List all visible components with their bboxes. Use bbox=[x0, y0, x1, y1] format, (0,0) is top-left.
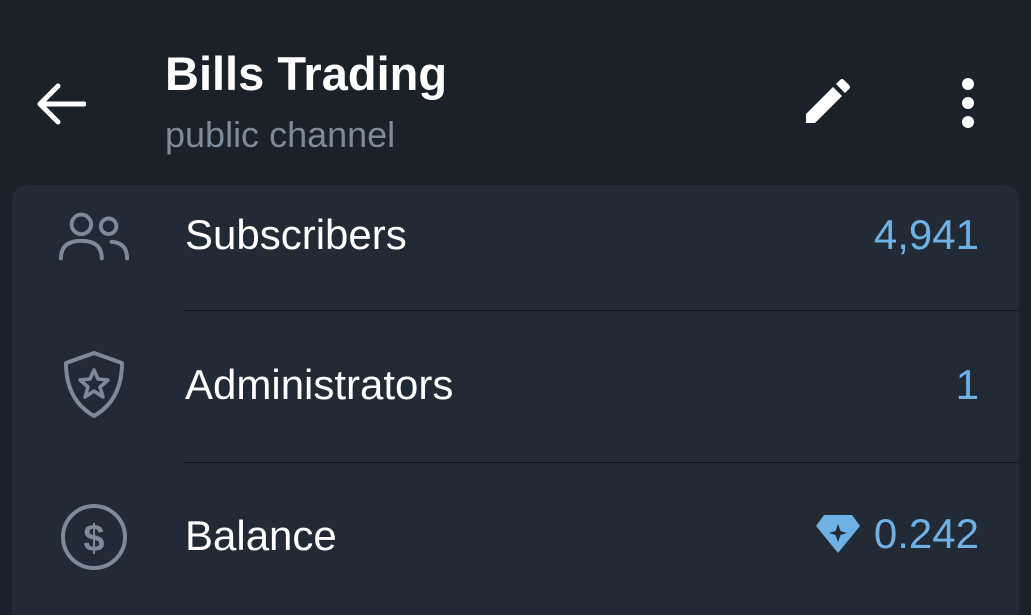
arrow-left-icon bbox=[37, 83, 86, 125]
more-vertical-icon bbox=[962, 78, 974, 128]
balance-value: 0.242 bbox=[814, 510, 979, 558]
channel-info-card: Subscribers 4,941 Administrators 1 $ Bal… bbox=[12, 185, 1019, 615]
administrators-row[interactable]: Administrators 1 bbox=[12, 311, 1019, 462]
balance-label: Balance bbox=[185, 512, 337, 559]
channel-subtitle: public channel bbox=[165, 114, 396, 155]
balance-row[interactable]: $ Balance 0.242 bbox=[12, 463, 1019, 614]
more-button[interactable] bbox=[940, 72, 996, 134]
shield-star-icon bbox=[58, 349, 130, 421]
edit-button[interactable] bbox=[795, 72, 857, 134]
balance-amount: 0.242 bbox=[873, 510, 979, 557]
svg-text:$: $ bbox=[83, 518, 104, 560]
subscribers-label: Subscribers bbox=[185, 211, 407, 258]
channel-title: Bills Trading bbox=[165, 47, 448, 100]
subscribers-count: 4,941 bbox=[873, 211, 979, 258]
subscribers-row[interactable]: Subscribers 4,941 bbox=[12, 160, 1019, 311]
ton-diamond-icon bbox=[815, 515, 860, 553]
pencil-icon bbox=[806, 79, 850, 123]
administrators-count: 1 bbox=[955, 361, 979, 408]
dollar-circle-icon: $ bbox=[58, 501, 130, 573]
administrators-label: Administrators bbox=[185, 361, 454, 408]
users-icon bbox=[58, 200, 130, 272]
back-button[interactable] bbox=[30, 74, 90, 134]
app-header: Bills Trading public channel bbox=[0, 0, 1031, 185]
